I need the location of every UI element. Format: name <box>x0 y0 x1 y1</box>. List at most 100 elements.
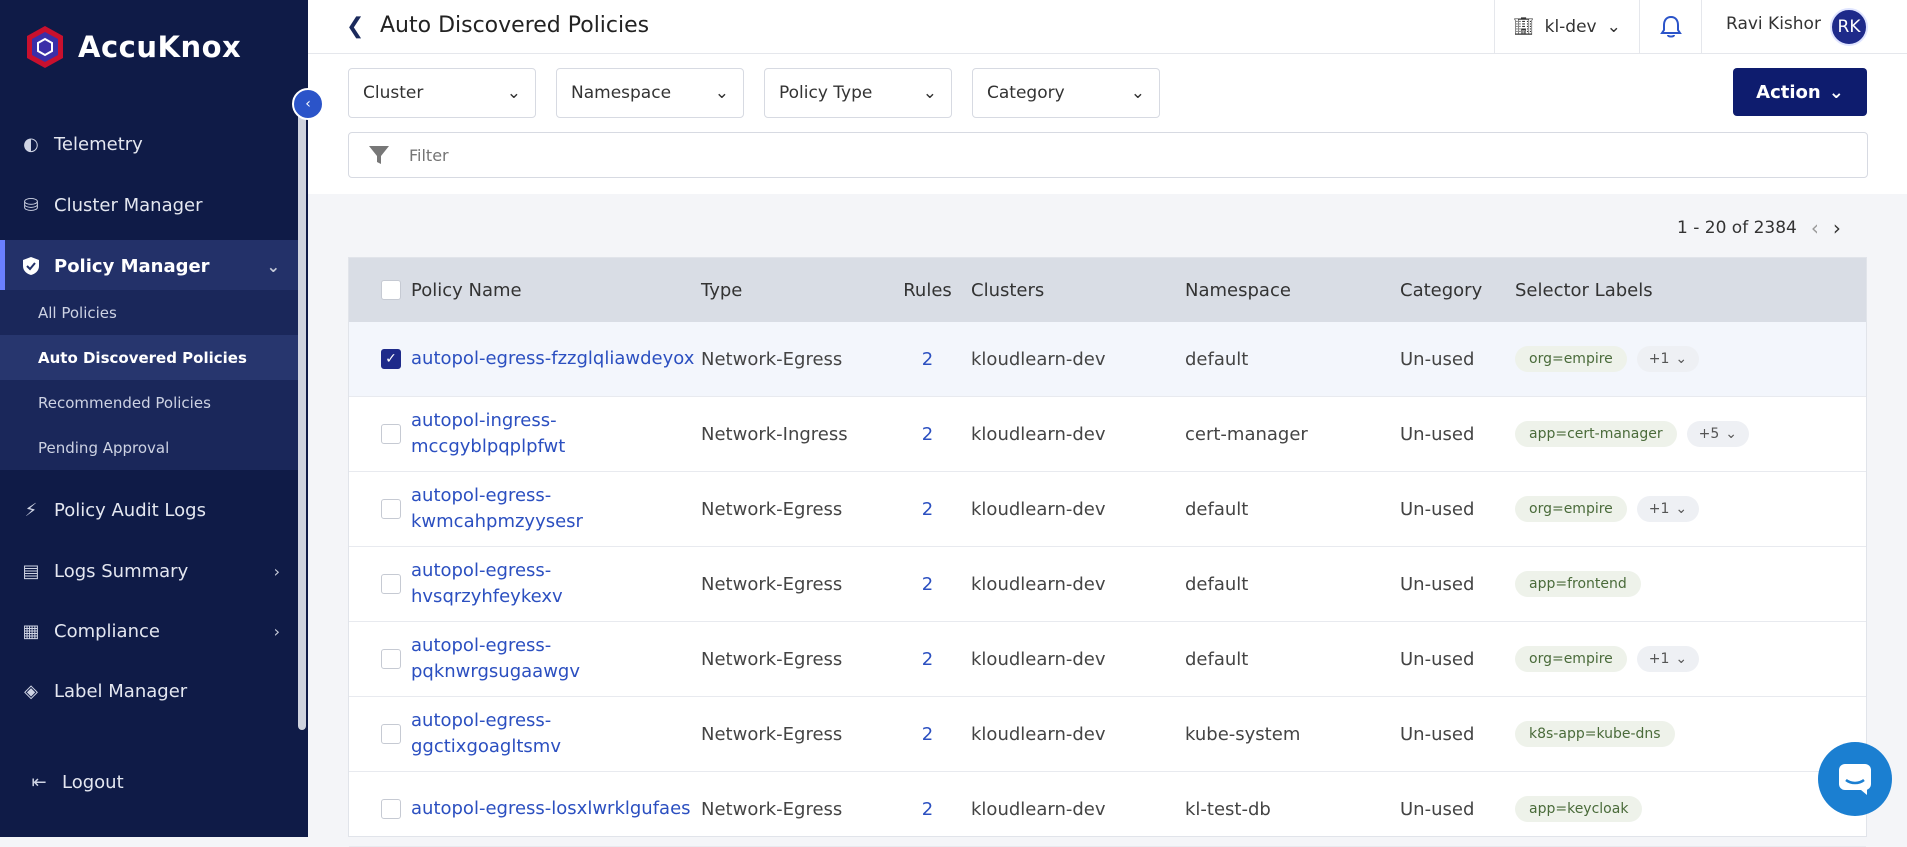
selector-label-tag: org=empire <box>1515 496 1627 522</box>
sidebar-item-cluster-manager[interactable]: ⛁ Cluster Manager <box>0 179 300 231</box>
notification-bell-icon[interactable] <box>1640 0 1702 54</box>
logs-icon: ▤ <box>22 560 40 582</box>
row-checkbox[interactable] <box>381 499 401 519</box>
select-all-checkbox[interactable] <box>381 280 401 300</box>
sidebar-item-label: Label Manager <box>54 680 188 702</box>
table-row[interactable]: autopol-egress-losxlwrklgufaes Network-Eg… <box>349 772 1866 847</box>
chevron-down-icon: ⌄ <box>1725 426 1737 442</box>
filter-input[interactable] <box>409 145 1809 165</box>
table-row[interactable]: autopol-egress-pqknwrgsugaawgv Network-Eg… <box>349 622 1866 697</box>
workspace-name: kl-dev <box>1544 17 1597 37</box>
rules-count[interactable]: 2 <box>884 649 971 670</box>
table-row[interactable]: autopol-egress-kwmcahpmzyysesr Network-Eg… <box>349 472 1866 547</box>
namespace-name: default <box>1185 498 1249 520</box>
compliance-icon: ▦ <box>22 620 40 642</box>
policy-name-link[interactable]: autopol-egress-kwmcahpmzyysesr <box>411 485 583 532</box>
chevron-right-icon: › <box>273 561 280 581</box>
sidebar-item-label: Policy Audit Logs <box>54 499 206 521</box>
cluster-name: kloudlearn-dev <box>971 348 1106 370</box>
prev-page-icon[interactable]: ‹ <box>1811 216 1819 240</box>
chevron-down-icon: ⌄ <box>1828 81 1844 103</box>
col-selector-labels[interactable]: Selector Labels <box>1515 280 1866 301</box>
col-clusters[interactable]: Clusters <box>971 280 1185 301</box>
more-labels-button[interactable]: +1 ⌄ <box>1636 496 1700 522</box>
policy-name-link[interactable]: autopol-egress-ggctixgoagltsmv <box>411 710 561 757</box>
policy-name-link[interactable]: autopol-egress-losxlwrklgufaes <box>411 798 691 819</box>
col-policy-name[interactable]: Policy Name <box>411 280 701 301</box>
more-labels-button[interactable]: +1 ⌄ <box>1636 346 1700 372</box>
policy-name-link[interactable]: autopol-egress-hvsqrzyhfeykexv <box>411 560 563 607</box>
col-type[interactable]: Type <box>701 280 884 301</box>
submenu-item-auto-discovered[interactable]: Auto Discovered Policies <box>0 335 300 380</box>
row-checkbox[interactable] <box>381 574 401 594</box>
pagination-text: 1 - 20 of 2384 <box>1677 218 1797 238</box>
sidebar-item-label: Compliance <box>54 620 160 642</box>
more-count: +1 <box>1648 501 1670 517</box>
row-checkbox[interactable] <box>381 724 401 744</box>
row-checkbox[interactable] <box>381 799 401 819</box>
policy-name-link[interactable]: autopol-egress-pqknwrgsugaawgv <box>411 635 580 682</box>
sidebar-item-telemetry[interactable]: ◐ Telemetry <box>0 118 300 170</box>
col-rules[interactable]: Rules <box>884 280 971 301</box>
selector-label-tag: app=cert-manager <box>1515 421 1677 447</box>
rules-count[interactable]: 2 <box>884 349 971 370</box>
sidebar-item-policy-manager[interactable]: Policy Manager ⌄ <box>0 240 300 292</box>
app-logo[interactable]: AccuKnox <box>22 24 241 70</box>
policy-type: Network-Egress <box>701 723 843 745</box>
submenu-item-all-policies[interactable]: All Policies <box>0 290 300 335</box>
row-checkbox[interactable] <box>381 649 401 669</box>
table-row[interactable]: autopol-egress-hvsqrzyhfeykexv Network-Eg… <box>349 547 1866 622</box>
rules-count[interactable]: 2 <box>884 424 971 445</box>
col-namespace[interactable]: Namespace <box>1185 280 1400 301</box>
logout-button[interactable]: ⇤ Logout <box>0 756 300 808</box>
cluster-icon: ⛁ <box>23 194 39 216</box>
row-checkbox[interactable] <box>381 424 401 444</box>
rules-count[interactable]: 2 <box>884 799 971 820</box>
sidebar-item-compliance[interactable]: ▦ Compliance › <box>0 605 300 657</box>
rules-count[interactable]: 2 <box>884 499 971 520</box>
table-row[interactable]: autopol-egress-ggctixgoagltsmv Network-Eg… <box>349 697 1866 772</box>
namespace-dropdown[interactable]: Namespace ⌄ <box>556 68 744 118</box>
workspace-selector[interactable]: 🏢︎ kl-dev ⌄ <box>1494 0 1640 54</box>
chevron-down-icon: ⌄ <box>1606 17 1621 37</box>
cluster-name: kloudlearn-dev <box>971 498 1106 520</box>
sidebar-item-policy-audit-logs[interactable]: ⚡ Policy Audit Logs <box>0 484 300 536</box>
category-dropdown[interactable]: Category ⌄ <box>972 68 1160 118</box>
more-labels-button[interactable]: +1 ⌄ <box>1636 646 1700 672</box>
bolt-icon: ⚡ <box>24 499 38 521</box>
cluster-name: kloudlearn-dev <box>971 648 1106 670</box>
accuknox-logo-icon <box>22 24 68 70</box>
rules-count[interactable]: 2 <box>884 724 971 745</box>
back-arrow-icon[interactable]: ❮ <box>346 14 364 39</box>
col-category[interactable]: Category <box>1400 280 1515 301</box>
next-page-icon[interactable]: › <box>1833 216 1841 240</box>
chat-launcher-icon[interactable] <box>1818 742 1892 816</box>
policy-type: Network-Egress <box>701 348 843 370</box>
submenu-item-pending-approval[interactable]: Pending Approval <box>0 425 300 470</box>
table-row[interactable]: ✓ autopol-egress-fzzglqliawdeyox Network-E… <box>349 322 1866 397</box>
policy-name-link[interactable]: autopol-egress-fzzglqliawdeyox <box>411 348 694 369</box>
label-icon: ◈ <box>24 680 38 702</box>
category-value: Un-used <box>1400 648 1475 670</box>
rules-count[interactable]: 2 <box>884 574 971 595</box>
avatar[interactable]: RK <box>1830 8 1868 46</box>
action-button[interactable]: Action ⌄ <box>1733 68 1867 116</box>
collapse-sidebar-button[interactable]: ‹ <box>292 88 324 120</box>
submenu-item-recommended[interactable]: Recommended Policies <box>0 380 300 425</box>
chevron-down-icon: ⌄ <box>922 83 937 103</box>
policy-type: Network-Egress <box>701 648 843 670</box>
row-checkbox[interactable]: ✓ <box>381 349 401 369</box>
dropdown-label: Policy Type <box>779 83 873 103</box>
policy-type: Network-Egress <box>701 498 843 520</box>
policy-name-link[interactable]: autopol-ingress-mccgyblpqplpfwt <box>411 410 565 457</box>
sidebar-item-logs-summary[interactable]: ▤ Logs Summary › <box>0 545 300 597</box>
sidebar: AccuKnox ◐ Telemetry ⛁ Cluster Manager P… <box>0 0 308 837</box>
sidebar-scrollbar[interactable] <box>298 110 306 730</box>
toolbar: Cluster ⌄ Namespace ⌄ Policy Type ⌄ Cate… <box>308 54 1907 194</box>
category-value: Un-used <box>1400 723 1475 745</box>
sidebar-item-label-manager[interactable]: ◈ Label Manager <box>0 665 300 717</box>
policy-type-dropdown[interactable]: Policy Type ⌄ <box>764 68 952 118</box>
table-row[interactable]: autopol-ingress-mccgyblpqplpfwt Network-I… <box>349 397 1866 472</box>
cluster-dropdown[interactable]: Cluster ⌄ <box>348 68 536 118</box>
more-labels-button[interactable]: +5 ⌄ <box>1686 421 1749 447</box>
